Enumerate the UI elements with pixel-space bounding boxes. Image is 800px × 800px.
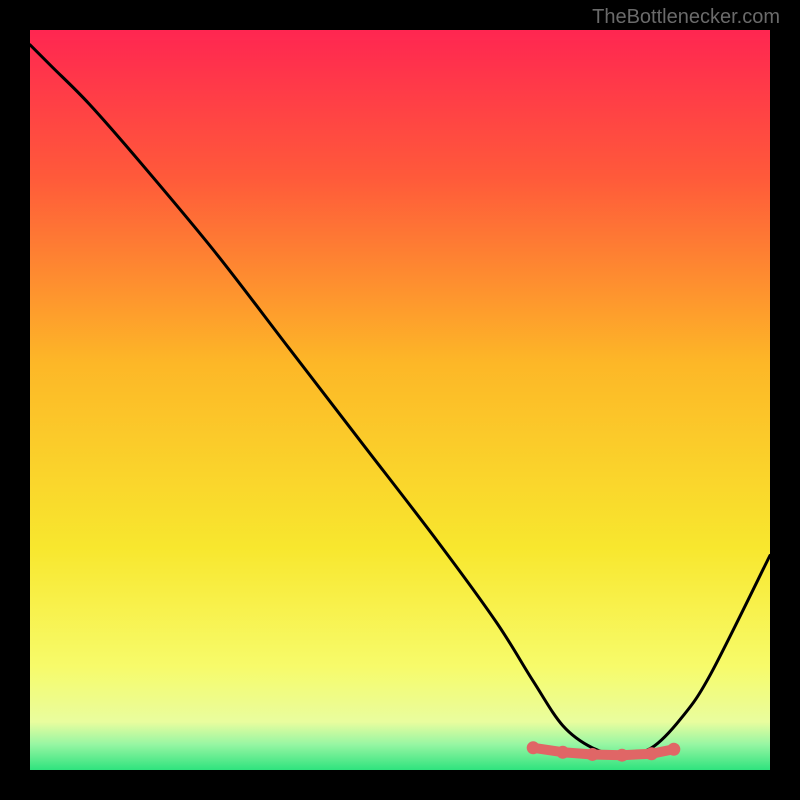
marker-dot: [667, 743, 680, 756]
chart-background: [30, 30, 770, 770]
marker-dot: [616, 749, 629, 762]
chart-plot-area: [30, 30, 770, 770]
marker-dot: [645, 747, 658, 760]
marker-dot: [586, 748, 599, 761]
marker-dot: [556, 746, 569, 759]
chart-svg: [30, 30, 770, 770]
marker-dot: [527, 741, 540, 754]
watermark-text: TheBottlenecker.com: [592, 6, 780, 29]
